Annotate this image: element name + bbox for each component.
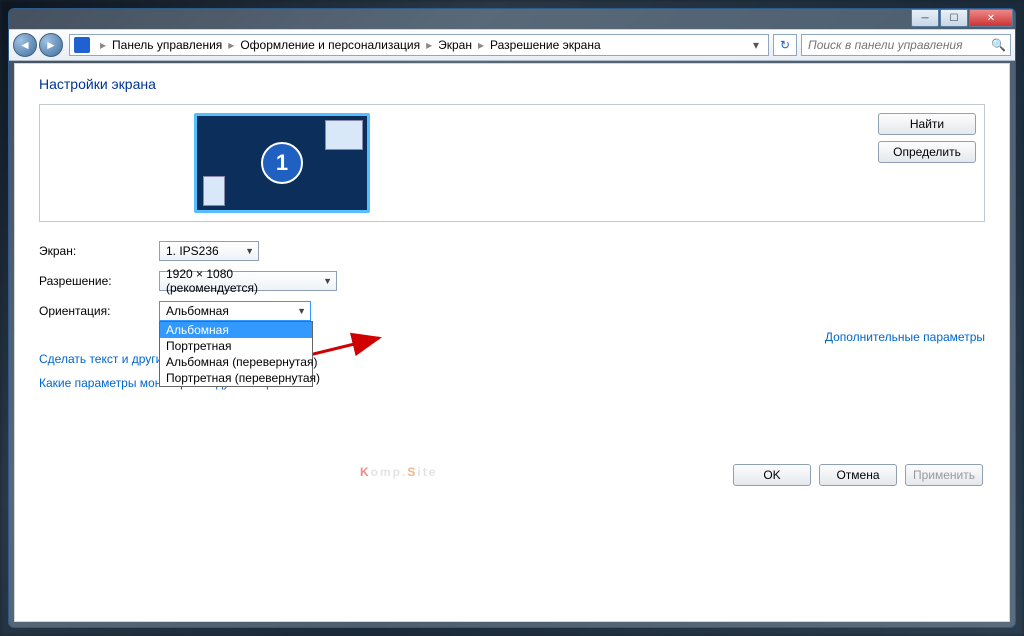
- breadcrumb-item[interactable]: Оформление и персонализация: [238, 38, 422, 52]
- page-title: Настройки экрана: [39, 76, 985, 92]
- resolution-value: 1920 × 1080 (рекомендуется): [166, 267, 323, 295]
- control-panel-window: ─ ☐ ✕ ◄ ► ▸ Панель управления ▸ Оформлен…: [8, 8, 1016, 628]
- text-size-link[interactable]: Сделать текст и другие: [39, 352, 169, 366]
- breadcrumb-item[interactable]: Разрешение экрана: [488, 38, 603, 52]
- apply-button[interactable]: Применить: [905, 464, 983, 486]
- resolution-select[interactable]: 1920 × 1080 (рекомендуется) ▼: [159, 271, 337, 291]
- chevron-right-icon[interactable]: ▸: [474, 38, 488, 52]
- address-bar[interactable]: ▸ Панель управления ▸ Оформление и персо…: [69, 34, 769, 56]
- watermark: Komp.Site: [360, 420, 437, 491]
- ok-button[interactable]: OK: [733, 464, 811, 486]
- toolbar: ◄ ► ▸ Панель управления ▸ Оформление и п…: [9, 29, 1015, 61]
- preview-window-icon: [325, 120, 363, 150]
- breadcrumb-item[interactable]: Панель управления: [110, 38, 224, 52]
- close-button[interactable]: ✕: [969, 9, 1013, 27]
- orientation-option[interactable]: Альбомная (перевернутая): [160, 354, 312, 370]
- orientation-option[interactable]: Портретная (перевернутая): [160, 370, 312, 386]
- chevron-right-icon[interactable]: ▸: [422, 38, 436, 52]
- chevron-down-icon: ▼: [245, 246, 254, 256]
- refresh-button[interactable]: ↻: [773, 34, 797, 56]
- detect-button[interactable]: Определить: [878, 141, 976, 163]
- screen-label: Экран:: [39, 244, 159, 258]
- resolution-label: Разрешение:: [39, 274, 159, 288]
- cancel-button[interactable]: Отмена: [819, 464, 897, 486]
- screen-select[interactable]: 1. IPS236 ▼: [159, 241, 259, 261]
- orientation-option[interactable]: Портретная: [160, 338, 312, 354]
- preview-taskbar-icon: [203, 176, 225, 206]
- display-preview-panel: 1 Найти Определить: [39, 104, 985, 222]
- search-input[interactable]: [806, 37, 991, 53]
- orientation-value: Альбомная: [166, 304, 229, 318]
- settings-form: Экран: 1. IPS236 ▼ Разрешение: 1920 × 10…: [39, 236, 985, 326]
- orientation-dropdown: Альбомная Портретная Альбомная (переверн…: [159, 321, 313, 387]
- orientation-option[interactable]: Альбомная: [160, 322, 312, 338]
- find-button[interactable]: Найти: [878, 113, 976, 135]
- orientation-select[interactable]: Альбомная ▼ Альбомная Портретная Альбомн…: [159, 301, 311, 321]
- chevron-down-icon: ▼: [297, 306, 306, 316]
- address-dropdown-icon[interactable]: ▾: [748, 38, 764, 52]
- control-panel-icon: [74, 37, 90, 53]
- chevron-right-icon[interactable]: ▸: [96, 38, 110, 52]
- monitor-preview[interactable]: 1: [194, 113, 370, 213]
- back-button[interactable]: ◄: [13, 33, 37, 57]
- dialog-buttons: OK Отмена Применить: [733, 464, 983, 486]
- titlebar: ─ ☐ ✕: [9, 9, 1015, 29]
- monitor-number: 1: [261, 142, 303, 184]
- chevron-right-icon[interactable]: ▸: [224, 38, 238, 52]
- chevron-down-icon: ▼: [323, 276, 332, 286]
- advanced-settings-link[interactable]: Дополнительные параметры: [825, 330, 985, 344]
- screen-value: 1. IPS236: [166, 244, 219, 258]
- minimize-button[interactable]: ─: [911, 9, 939, 27]
- content-area: Настройки экрана 1 Найти Определить: [14, 63, 1010, 622]
- maximize-button[interactable]: ☐: [940, 9, 968, 27]
- breadcrumb-item[interactable]: Экран: [436, 38, 474, 52]
- forward-button[interactable]: ►: [39, 33, 63, 57]
- search-box[interactable]: 🔍: [801, 34, 1011, 56]
- orientation-label: Ориентация:: [39, 304, 159, 318]
- search-icon[interactable]: 🔍: [991, 38, 1006, 52]
